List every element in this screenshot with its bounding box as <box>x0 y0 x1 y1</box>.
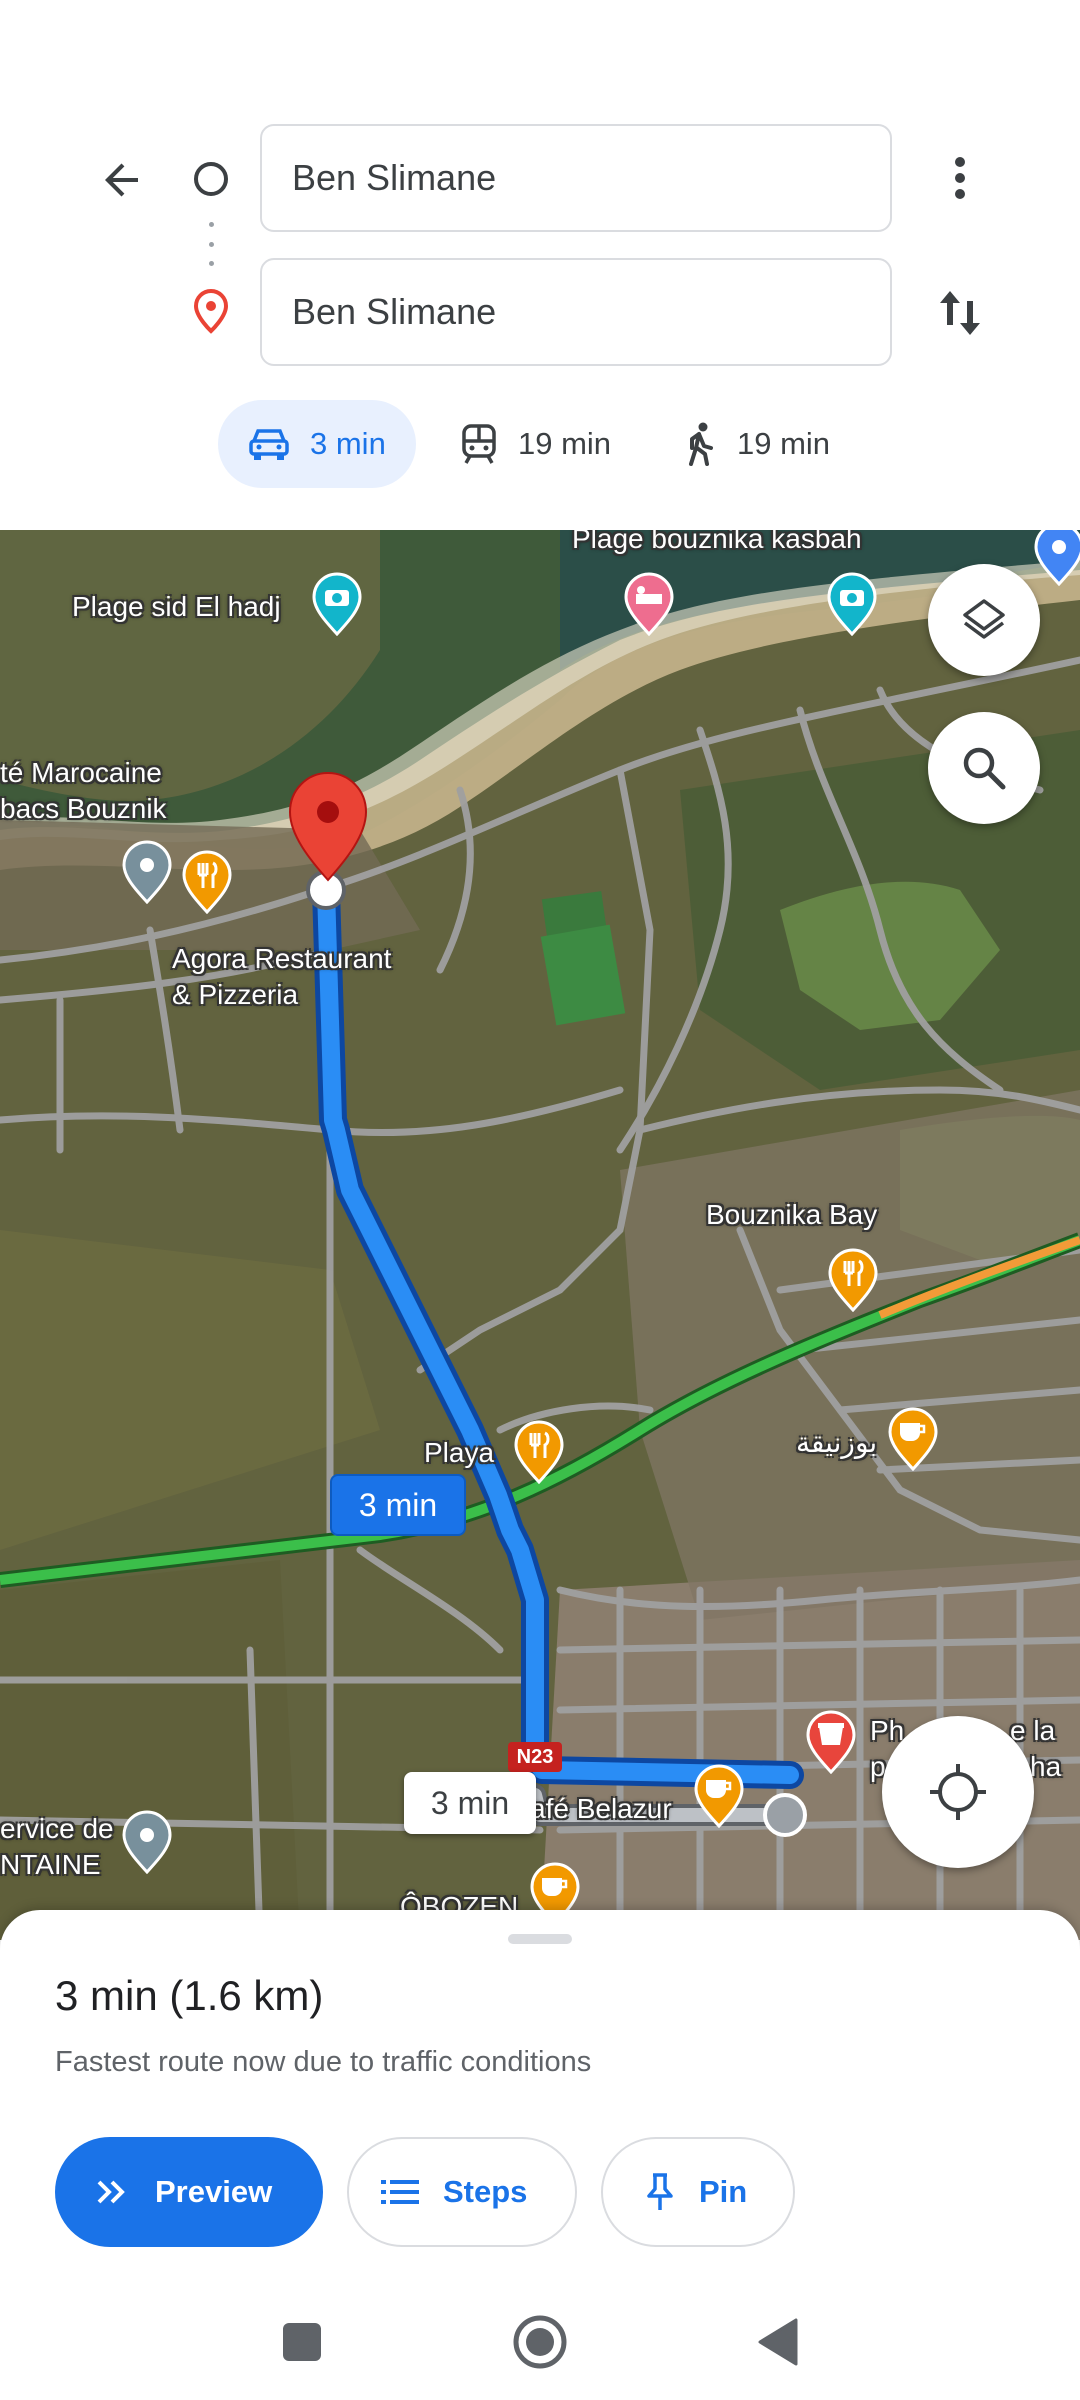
restaurant-poi-icon[interactable] <box>180 848 234 914</box>
swap-vert-icon[interactable] <box>924 278 996 348</box>
triangle-back-icon[interactable] <box>738 2302 818 2382</box>
camera-poi-icon[interactable] <box>310 570 364 636</box>
map-label: Bouznika Bay <box>706 1199 878 1230</box>
map-label: ha <box>1030 1751 1062 1782</box>
pin-button[interactable]: Pin <box>601 2137 795 2247</box>
tab-driving[interactable]: 3 min <box>218 400 416 488</box>
origin-field[interactable]: Ben Slimane <box>260 124 892 232</box>
preview-label: Preview <box>155 2174 273 2209</box>
pin-label: Pin <box>699 2174 748 2209</box>
place-pin-icon[interactable] <box>120 838 174 904</box>
walking-time-label: 19 min <box>737 426 831 461</box>
directions-screen: Ben Slimane Ben Slimane 3 min 19 min 19 … <box>0 0 1080 2400</box>
double-chevron-icon <box>97 2180 125 2204</box>
map-label: e la <box>1010 1715 1056 1746</box>
layers-button[interactable] <box>928 564 1040 676</box>
car-icon <box>249 429 289 460</box>
camera-poi-icon[interactable] <box>825 570 879 636</box>
system-nav-bar <box>0 2280 1080 2400</box>
more-vert-icon[interactable] <box>930 145 990 211</box>
directions-header: Ben Slimane Ben Slimane 3 min 19 min 19 … <box>0 0 1080 530</box>
route-time-badge[interactable]: 3 min <box>330 1474 466 1536</box>
search-along-route-button[interactable] <box>928 712 1040 824</box>
steps-label: Steps <box>443 2174 528 2209</box>
search-icon <box>963 747 1006 790</box>
map-label: ervice de <box>0 1813 114 1844</box>
place-pin-icon[interactable] <box>120 1808 174 1874</box>
preview-button[interactable]: Preview <box>55 2137 323 2247</box>
transit-time-label: 19 min <box>518 426 612 461</box>
travel-mode-tabs: 3 min 19 min 19 min <box>0 400 1080 490</box>
destination-field[interactable]: Ben Slimane <box>260 258 892 366</box>
route-summary: 3 min (1.6 km) <box>55 1972 324 2019</box>
walk-icon <box>689 422 713 466</box>
place-pin-icon[interactable] <box>1032 530 1080 586</box>
cafe-poi-icon[interactable] <box>886 1405 940 1471</box>
map-view[interactable]: Plage bouznika kasbah Plage sid El hadj … <box>0 530 1080 1940</box>
sheet-drag-handle[interactable] <box>508 1934 572 1944</box>
destination-pin-icon <box>191 288 231 334</box>
map-label: NTAINE <box>0 1849 101 1880</box>
layers-icon <box>963 599 1005 639</box>
route-subtext: Fastest route now due to traffic conditi… <box>55 2046 592 2078</box>
route-dots-icon <box>208 222 214 266</box>
restaurant-poi-icon[interactable] <box>512 1418 566 1484</box>
map-label: Playa <box>424 1437 495 1468</box>
map-label: Plage sid El hadj <box>72 591 281 622</box>
pharmacy-poi-icon[interactable] <box>804 1708 858 1774</box>
map-label: Plage bouznika kasbah <box>572 530 862 554</box>
square-icon[interactable] <box>262 2302 342 2382</box>
road-shield-n23: N23 <box>508 1742 562 1772</box>
tab-transit[interactable]: 19 min <box>455 400 645 488</box>
cafe-poi-icon[interactable] <box>692 1762 746 1828</box>
pushpin-icon <box>647 2173 673 2210</box>
driving-time-label: 3 min <box>310 426 386 461</box>
hotel-poi-icon[interactable] <box>622 570 676 636</box>
arrow-back-icon[interactable] <box>90 148 154 212</box>
alt-route-time-badge[interactable]: 3 min <box>404 1772 536 1834</box>
list-icon <box>381 2180 419 2204</box>
restaurant-poi-icon[interactable] <box>826 1246 880 1312</box>
origin-circle-icon <box>194 162 228 196</box>
map-label: & Pizzeria <box>172 979 299 1010</box>
map-label: بوزنيقة <box>796 1427 878 1458</box>
map-label: té Marocaine <box>0 757 162 788</box>
tab-walking[interactable]: 19 min <box>678 400 868 488</box>
map-label: Agora Restaurant <box>172 943 392 974</box>
my-location-icon <box>930 1764 986 1820</box>
circle-icon[interactable] <box>500 2302 580 2382</box>
transit-icon <box>462 424 496 464</box>
steps-button[interactable]: Steps <box>347 2137 577 2247</box>
my-location-button[interactable] <box>882 1716 1034 1868</box>
map-label: bacs Bouznik <box>0 793 167 824</box>
map-label: afé Belazur <box>530 1793 672 1824</box>
